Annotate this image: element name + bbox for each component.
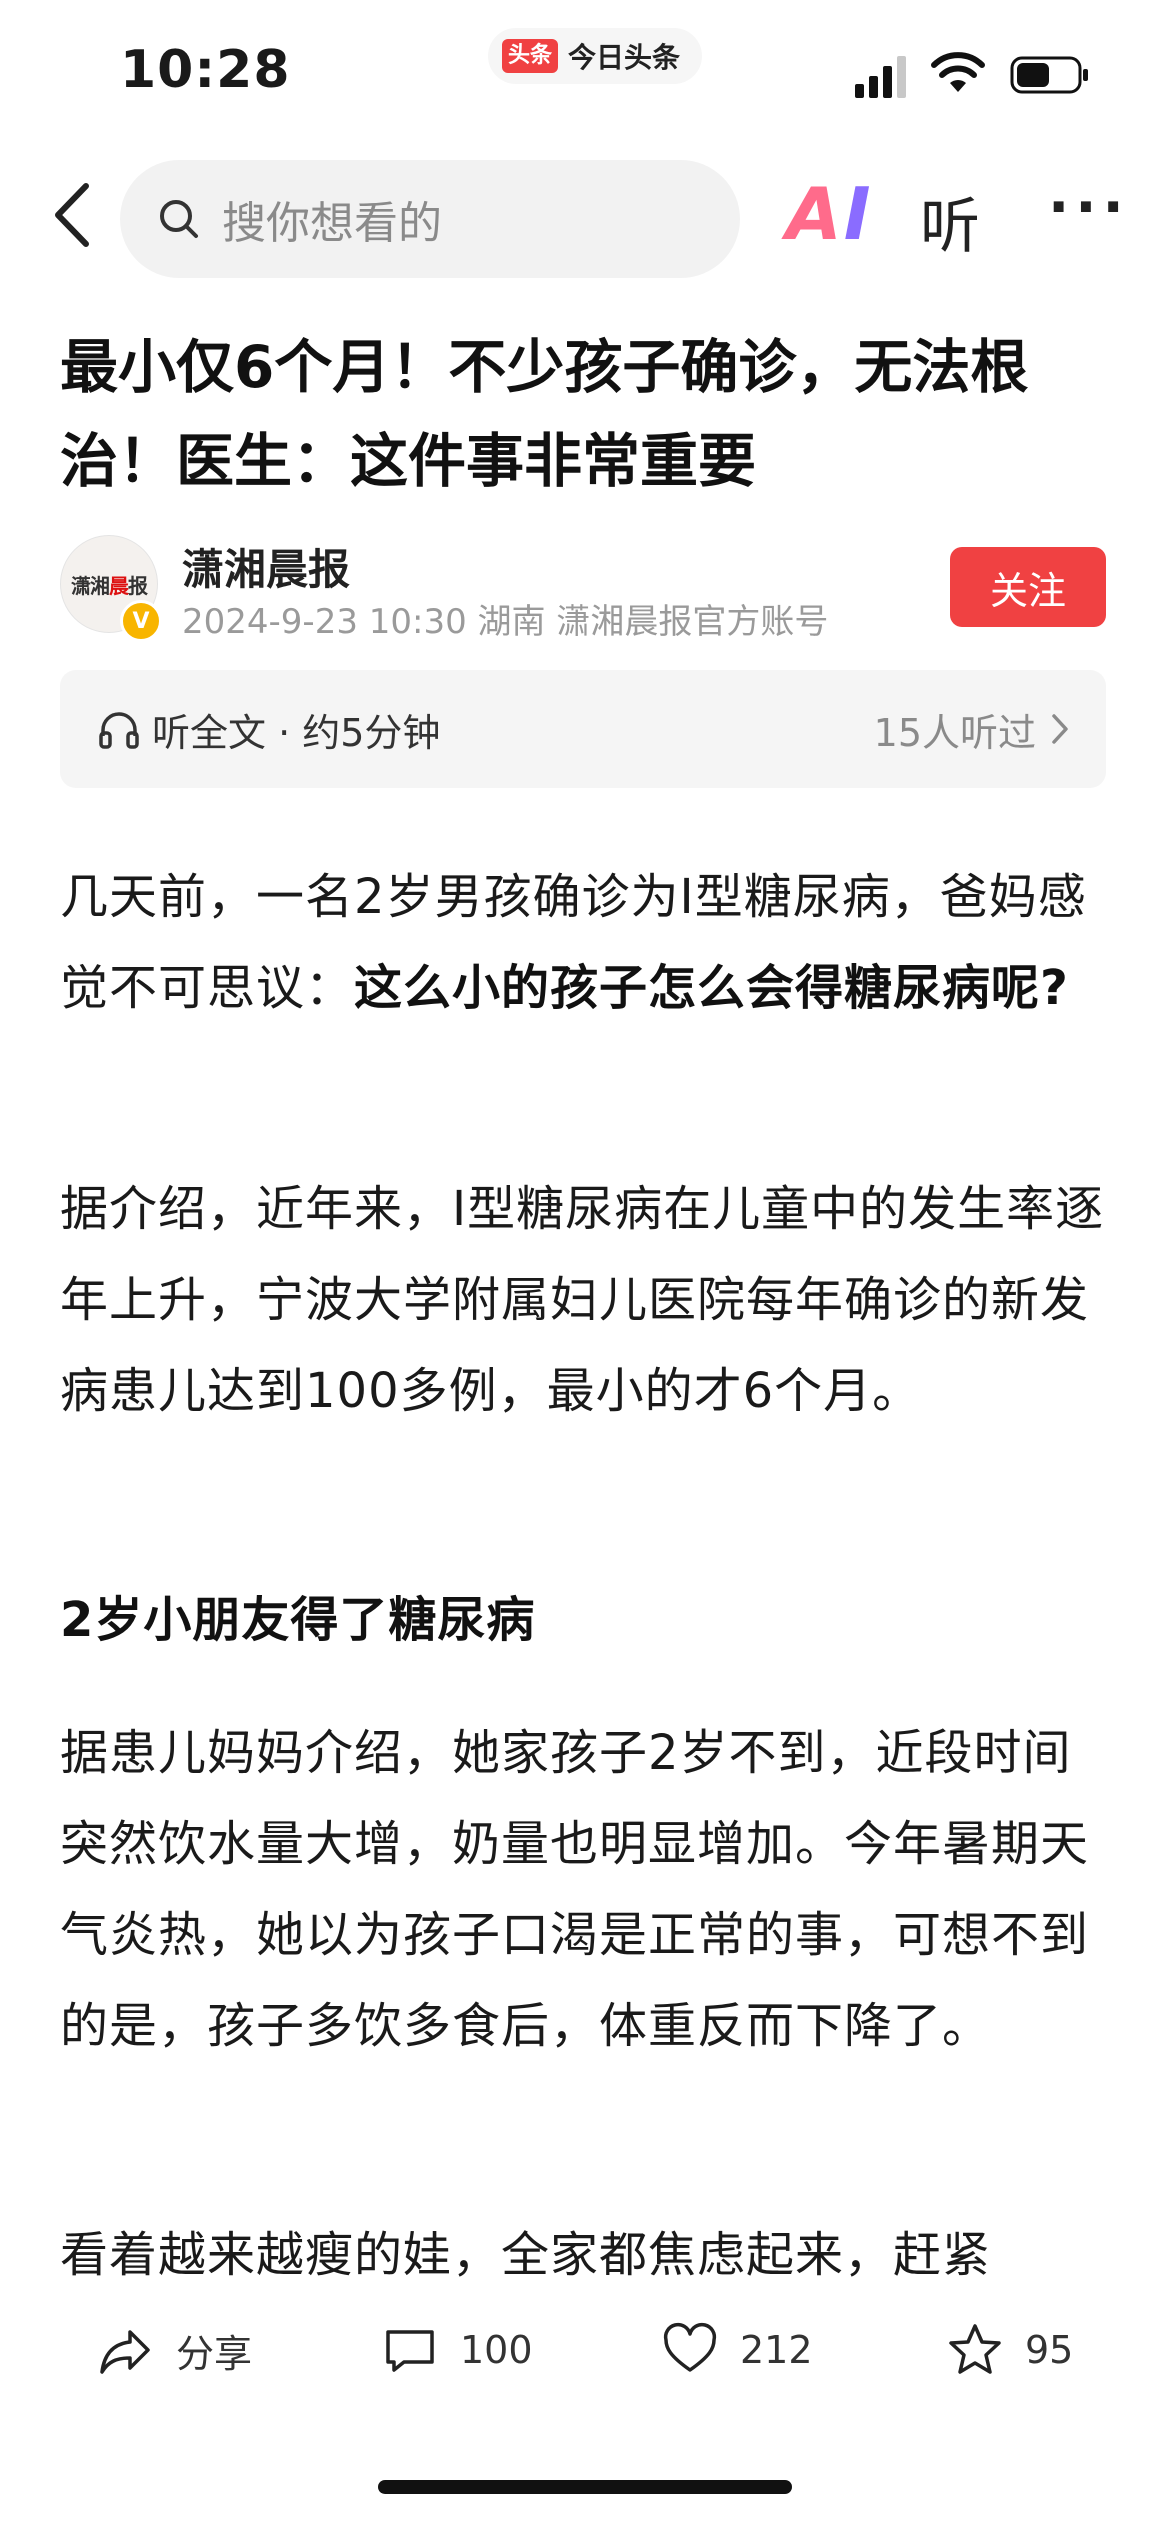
- search-bar[interactable]: 搜你想看的: [120, 160, 740, 278]
- app-logo: 头条: [502, 39, 559, 73]
- paragraph-4: 看着越来越瘦的娃，全家都焦虑起来，赶紧: [60, 2227, 992, 2283]
- favorite-button[interactable]: 95: [945, 2300, 1073, 2400]
- signal-icon: [855, 54, 906, 98]
- section-heading: 2岁小朋友得了糖尿病: [60, 1592, 536, 1648]
- share-icon: [100, 2330, 150, 2374]
- share-label: 分享: [176, 2331, 253, 2376]
- chevron-right-icon: [1052, 714, 1068, 744]
- comment-count: 100: [460, 2328, 533, 2372]
- ai-button[interactable]: AI: [786, 172, 873, 256]
- verified-badge: V: [120, 600, 162, 642]
- listen-count: 15人听过: [873, 710, 1036, 755]
- avatar-text-c: 报: [128, 573, 148, 598]
- avatar-text-b: 晨: [109, 573, 129, 598]
- listen-bar-label: 听全文 · 约5分钟: [152, 710, 441, 755]
- follow-button[interactable]: 关注: [950, 547, 1106, 627]
- more-button[interactable]: ···: [1048, 180, 1130, 236]
- back-icon[interactable]: [52, 180, 92, 250]
- listen-full-text-bar[interactable]: 听全文 · 约5分钟 15人听过: [60, 670, 1106, 788]
- author-name[interactable]: 潇湘晨报: [182, 536, 350, 597]
- article-title: 最小仅6个月！不少孩子确诊，无法根治！医生：这件事非常重要: [60, 333, 1029, 495]
- listen-button[interactable]: 听: [920, 178, 980, 265]
- paragraph-3: 据患儿妈妈介绍，她家孩子2岁不到，近段时间突然饮水量大增，奶量也明显增加。今年暑…: [60, 1725, 1090, 2054]
- search-icon: [160, 200, 198, 238]
- ai-label-i: I: [843, 172, 873, 256]
- paragraph-2: 据介绍，近年来，I型糖尿病在儿童中的发生率逐年上升，宁波大学附属妇儿医院每年确诊…: [60, 1181, 1105, 1419]
- like-button[interactable]: 212: [660, 2300, 813, 2400]
- headphones-icon: [99, 712, 139, 749]
- comment-button[interactable]: 100: [380, 2300, 533, 2400]
- article-meta: 2024-9-23 10:30 湖南 潇湘晨报官方账号: [182, 602, 829, 642]
- star-icon: [949, 2324, 1001, 2374]
- status-time: 10:28: [120, 40, 291, 100]
- paragraph-1: 几天前，一名2岁男孩确诊为I型糖尿病，爸妈感觉不可思议：这么小的孩子怎么会得糖尿…: [60, 852, 1110, 1034]
- heart-icon: [663, 2322, 717, 2372]
- paragraph-1-bold: 这么小的孩子怎么会得糖尿病呢?: [354, 960, 1069, 1016]
- ai-label-a: A: [786, 172, 844, 256]
- search-placeholder: 搜你想看的: [222, 198, 442, 249]
- comment-icon: [386, 2330, 434, 2372]
- like-count: 212: [740, 2328, 813, 2372]
- favorite-count: 95: [1025, 2328, 1074, 2372]
- avatar-text-a: 潇湘: [71, 573, 110, 598]
- app-badge: 头条 今日头条: [488, 28, 703, 84]
- wifi-icon: [931, 52, 985, 92]
- share-button[interactable]: 分享: [96, 2300, 252, 2400]
- action-bar: 分享 100 212 95: [0, 2300, 1170, 2400]
- battery-icon: [1010, 56, 1088, 94]
- home-indicator[interactable]: [378, 2480, 792, 2494]
- app-name: 今日头条: [568, 41, 681, 74]
